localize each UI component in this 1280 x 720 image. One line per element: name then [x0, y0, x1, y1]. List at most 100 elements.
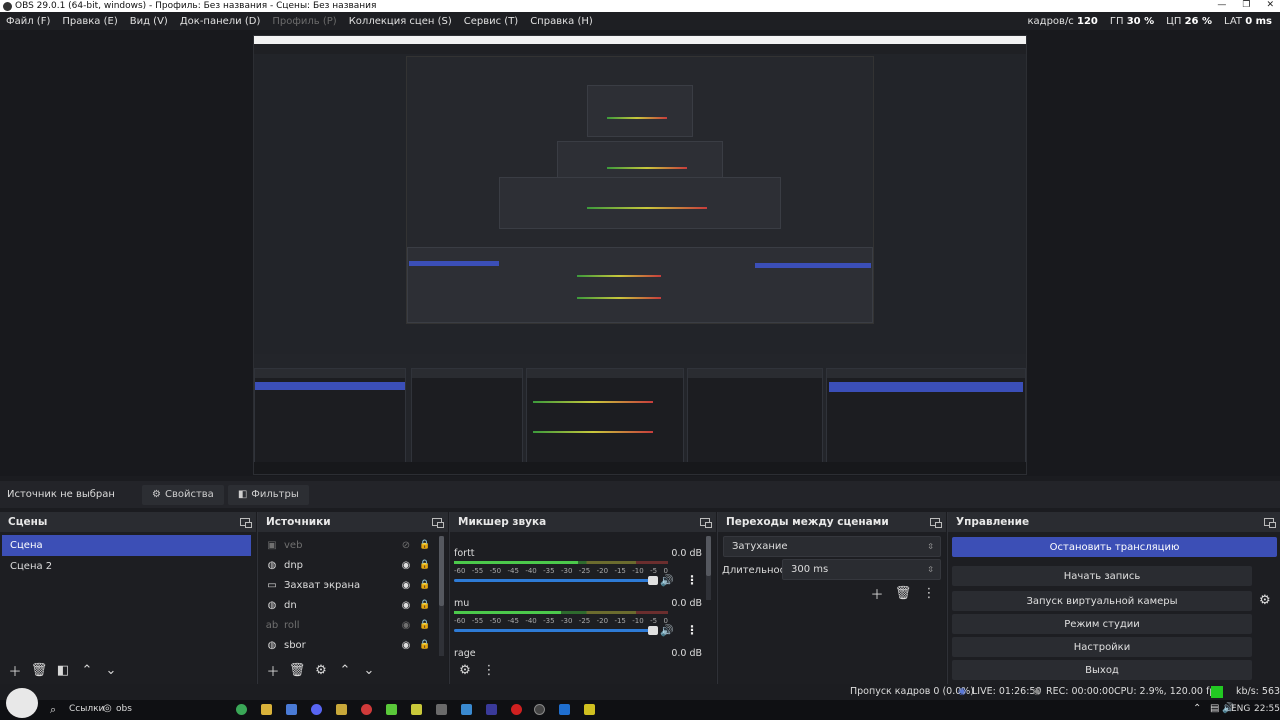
premiere-icon[interactable] [486, 704, 497, 715]
close-icon[interactable]: ✕ [1266, 0, 1274, 12]
preview-canvas[interactable] [0, 30, 1280, 476]
menu-docks[interactable]: Док-панели (D) [174, 16, 267, 27]
app-icon[interactable] [411, 704, 422, 715]
opera-icon[interactable] [511, 704, 522, 715]
lock-icon[interactable]: 🔒 [419, 639, 430, 651]
lock-icon[interactable]: 🔒 [419, 559, 430, 571]
taskbar-obs-label[interactable]: obs [116, 704, 132, 714]
studio-mode-button[interactable]: Режим студии [952, 614, 1252, 634]
eye-icon[interactable]: ◉ [400, 559, 412, 571]
scene-item[interactable]: Сцена 2 [2, 556, 251, 577]
source-item[interactable]: ◍ sbor ◉ 🔒 [258, 635, 448, 655]
move-down-button[interactable]: ⌄ [360, 661, 378, 679]
menu-tools[interactable]: Сервис (T) [458, 16, 524, 27]
app-icon[interactable] [584, 704, 595, 715]
move-up-button[interactable]: ⌃ [336, 661, 354, 679]
menu-scene-collection[interactable]: Коллекция сцен (S) [343, 16, 458, 27]
duration-input[interactable]: 300 ms ⇳ [782, 559, 941, 580]
eye-icon[interactable]: ◉ [400, 599, 412, 611]
source-item[interactable]: ◍ dnp ◉ 🔒 [258, 555, 448, 575]
gear-icon[interactable]: ⚙ [1259, 593, 1271, 608]
undock-icon[interactable] [1264, 518, 1276, 528]
menu-edit[interactable]: Правка (E) [56, 16, 123, 27]
virtual-camera-button[interactable]: Запуск виртуальной камеры [952, 591, 1252, 611]
language-indicator[interactable]: ENG [1231, 704, 1250, 714]
properties-button[interactable]: ⚙ Свойства [142, 484, 224, 505]
speaker-icon[interactable]: 🔊 [660, 574, 674, 587]
eye-icon[interactable]: ◉ [400, 579, 412, 591]
network-icon[interactable]: ▤ [1210, 703, 1219, 714]
more-options-icon[interactable]: ⋮ [686, 573, 698, 587]
folder-icon[interactable] [261, 704, 272, 715]
more-options-icon[interactable]: ⋮ [920, 584, 938, 602]
menu-file[interactable]: Файл (F) [0, 16, 56, 27]
source-item[interactable]: ab roll ◉ 🔒 [258, 615, 448, 635]
search-icon[interactable]: ⌕ [50, 703, 56, 717]
speaker-icon[interactable]: 🔊 [660, 624, 674, 637]
app-icon[interactable] [336, 704, 347, 715]
clock[interactable]: 22:55 [1254, 704, 1280, 714]
remove-source-button[interactable]: 🗑 [288, 661, 306, 679]
lock-icon[interactable]: 🔒 [419, 599, 430, 611]
source-item[interactable]: ▣ veb ⊘ 🔒 [258, 535, 448, 555]
meter-tick: -15 [614, 567, 626, 575]
maximize-icon[interactable]: ❐ [1242, 0, 1250, 12]
move-up-button[interactable]: ⌃ [78, 661, 96, 679]
filters-button[interactable]: ◧ Фильтры [227, 484, 309, 505]
add-scene-button[interactable]: ＋ [6, 661, 24, 680]
meter-tick: -55 [471, 567, 484, 575]
app-icon[interactable] [361, 704, 372, 715]
mixer-scrollbar[interactable] [706, 536, 711, 600]
menu-view[interactable]: Вид (V) [124, 16, 174, 27]
channel-name: fortt [454, 548, 475, 559]
minimize-icon[interactable]: — [1217, 0, 1226, 12]
undock-icon[interactable] [930, 518, 942, 528]
scene-item[interactable]: Сцена [2, 535, 251, 556]
move-down-button[interactable]: ⌄ [102, 661, 120, 679]
gear-icon[interactable]: ⚙ [312, 661, 330, 679]
source-item[interactable]: ▭ Захват экрана ◉ 🔒 [258, 575, 448, 595]
undock-icon[interactable] [432, 518, 444, 528]
filter-icon[interactable]: ◧ [54, 661, 72, 679]
undock-icon[interactable] [240, 518, 252, 528]
volume-slider[interactable] [454, 576, 658, 585]
advanced-audio-button[interactable]: ⚙ [456, 661, 474, 679]
volume-handle[interactable] [648, 626, 658, 635]
remove-scene-button[interactable]: 🗑 [30, 661, 48, 679]
app-icon[interactable] [559, 704, 570, 715]
eye-icon[interactable]: ◉ [400, 639, 412, 651]
more-options-icon[interactable]: ⋮ [480, 661, 498, 679]
menu-help[interactable]: Справка (H) [524, 16, 599, 27]
remove-transition-button[interactable]: 🗑 [894, 584, 912, 602]
stop-stream-button[interactable]: Остановить трансляцию [952, 537, 1277, 557]
obs-icon[interactable] [534, 704, 545, 715]
lock-icon[interactable]: 🔒 [419, 619, 430, 631]
source-item[interactable]: ◍ dn ◉ 🔒 [258, 595, 448, 615]
chrome-icon[interactable] [236, 704, 247, 715]
panda-avatar-icon[interactable] [6, 688, 38, 718]
transition-select[interactable]: Затухание ⇳ [723, 536, 941, 557]
app-icon[interactable] [286, 704, 297, 715]
discord-icon[interactable] [311, 704, 322, 715]
sources-scrollbar[interactable] [439, 536, 444, 656]
lock-icon[interactable]: 🔒 [419, 539, 430, 551]
add-transition-button[interactable]: ＋ [868, 584, 886, 603]
lock-icon[interactable]: 🔒 [419, 579, 430, 591]
more-options-icon[interactable]: ⋮ [686, 623, 698, 637]
settings-button[interactable]: Настройки [952, 637, 1252, 657]
app-icon[interactable] [436, 704, 447, 715]
start-record-button[interactable]: Начать запись [952, 566, 1252, 586]
eye-hidden-icon[interactable]: ⊘ [400, 539, 412, 551]
obs-icon[interactable]: ◎ [103, 703, 112, 714]
volume-slider[interactable] [454, 626, 658, 635]
exit-button[interactable]: Выход [952, 660, 1252, 680]
tray-chevron-icon[interactable]: ⌃ [1193, 703, 1201, 714]
undock-icon[interactable] [700, 518, 712, 528]
add-source-button[interactable]: ＋ [264, 661, 282, 680]
app-icon[interactable] [461, 704, 472, 715]
app-icon[interactable] [386, 704, 397, 715]
eye-icon[interactable]: ◉ [400, 619, 412, 631]
taskbar-search-label[interactable]: Ссылки [69, 704, 104, 714]
status-bar: Пропуск кадров 0 (0.0%) ◉ LIVE: 01:26:50… [0, 684, 1280, 700]
volume-handle[interactable] [648, 576, 658, 585]
